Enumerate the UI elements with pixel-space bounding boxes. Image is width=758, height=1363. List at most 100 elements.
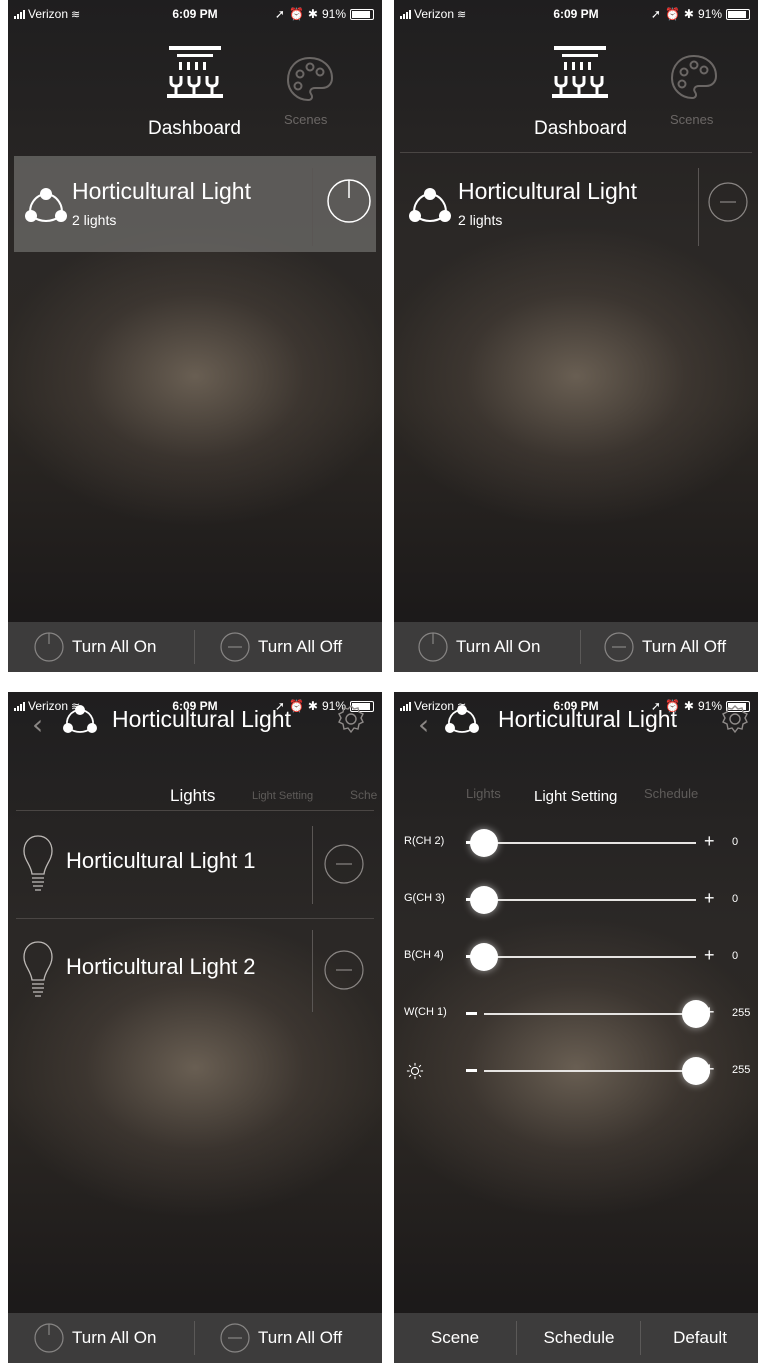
alarm-icon: ⏰ bbox=[664, 7, 680, 21]
bluetooth-icon: ✱ bbox=[683, 699, 694, 713]
lights-screen: Verizon ≋ 6:09 PM ➚ ⏰ ✱ 91% ‹ Horticultural … bbox=[8, 692, 382, 1363]
slider-track[interactable] bbox=[484, 1013, 696, 1015]
slider-knob[interactable] bbox=[470, 943, 498, 971]
slider-value: 0 bbox=[732, 950, 739, 962]
battery-percent: 91% bbox=[697, 7, 722, 21]
bluetooth-icon: ✱ bbox=[683, 7, 694, 21]
group-count: 2 lights bbox=[458, 212, 503, 228]
slider-track[interactable] bbox=[484, 842, 696, 844]
back-button[interactable]: ‹ bbox=[418, 708, 429, 741]
light-row[interactable]: Horticultural Light 2 bbox=[18, 926, 374, 1022]
power-button[interactable] bbox=[326, 178, 372, 224]
group-row[interactable]: Horticultural Light 2 lights bbox=[14, 156, 376, 252]
slider-minus-button[interactable] bbox=[466, 1069, 477, 1072]
slider-plus-button[interactable]: + bbox=[704, 831, 715, 852]
tab-schedule[interactable]: Schedule bbox=[644, 786, 698, 801]
power-icon bbox=[34, 1323, 64, 1353]
slider-label: G(CH 3) bbox=[404, 892, 445, 904]
power-off-button[interactable] bbox=[324, 844, 364, 884]
dashboard-icon[interactable] bbox=[548, 44, 612, 100]
bottom-divider bbox=[516, 1321, 517, 1355]
turn-all-off-button[interactable]: Turn All Off bbox=[220, 1313, 342, 1363]
power-off-button[interactable] bbox=[708, 182, 748, 222]
default-button[interactable]: Default bbox=[642, 1313, 758, 1363]
turn-all-off-label: Turn All Off bbox=[258, 637, 343, 656]
slider-track[interactable] bbox=[484, 956, 696, 958]
turn-all-off-button[interactable]: Turn All Off bbox=[220, 622, 342, 672]
turn-all-on-button[interactable]: Turn All On bbox=[418, 622, 540, 672]
bottom-bar: Turn All On Turn All Off bbox=[8, 622, 382, 672]
minus-circle-icon bbox=[604, 632, 634, 662]
bottom-divider bbox=[194, 1321, 195, 1355]
slider-plus-button[interactable]: + bbox=[704, 1059, 715, 1080]
group-row[interactable]: Horticultural Light 2 lights bbox=[394, 156, 758, 252]
power-off-button[interactable] bbox=[324, 950, 364, 990]
battery-percent: 91% bbox=[697, 699, 722, 713]
bottom-divider bbox=[580, 630, 581, 664]
turn-all-on-label: Turn All On bbox=[456, 637, 541, 656]
header-divider bbox=[400, 152, 752, 153]
turn-all-on-label: Turn All On bbox=[72, 1328, 157, 1347]
row-divider bbox=[312, 826, 313, 904]
dashboard-icon[interactable] bbox=[163, 44, 227, 100]
minus-circle-icon bbox=[220, 1323, 250, 1353]
slider-label: W(CH 1) bbox=[404, 1006, 447, 1018]
tabs-divider bbox=[16, 810, 374, 811]
group-count: 2 lights bbox=[72, 212, 117, 228]
group-icon bbox=[25, 188, 67, 222]
slider-plus-button[interactable]: + bbox=[704, 1002, 715, 1023]
tab-lights[interactable]: Lights bbox=[466, 786, 501, 801]
slider-plus-button[interactable]: + bbox=[704, 945, 715, 966]
page-title: Horticultural Light bbox=[498, 706, 677, 732]
bulb-icon bbox=[23, 835, 53, 891]
alarm-icon: ⏰ bbox=[288, 7, 304, 21]
gear-icon[interactable] bbox=[720, 704, 750, 734]
slider-minus-button[interactable] bbox=[466, 1012, 477, 1015]
row-divider bbox=[312, 168, 313, 246]
back-button[interactable]: ‹ bbox=[32, 708, 43, 741]
scenes-tab[interactable]: Scenes bbox=[670, 112, 713, 127]
slider-value: 0 bbox=[732, 836, 739, 848]
slider-track[interactable] bbox=[484, 899, 696, 901]
brightness-icon bbox=[406, 1062, 424, 1080]
row-divider bbox=[312, 930, 313, 1012]
turn-all-on-button[interactable]: Turn All On bbox=[34, 622, 156, 672]
minus-circle-icon bbox=[220, 632, 250, 662]
light-row[interactable]: Horticultural Light 1 bbox=[18, 820, 374, 916]
scene-button[interactable]: Scene bbox=[394, 1313, 516, 1363]
status-bar: Verizon≋ 6:09 PM ➚⏰✱91% bbox=[8, 0, 382, 24]
tab-lights[interactable]: Lights bbox=[170, 786, 215, 806]
dashboard-tab[interactable]: Dashboard bbox=[148, 118, 241, 140]
slider-value: 0 bbox=[732, 893, 739, 905]
palette-icon[interactable] bbox=[284, 54, 336, 106]
group-name: Horticultural Light bbox=[72, 178, 251, 204]
dashboard-tab[interactable]: Dashboard bbox=[534, 118, 627, 140]
turn-all-off-label: Turn All Off bbox=[642, 637, 727, 656]
bottom-divider bbox=[640, 1321, 641, 1355]
light-setting-screen: Verizon≋ 6:09 PM ➚⏰✱91% ‹ Horticultural … bbox=[394, 692, 758, 1363]
bottom-divider bbox=[194, 630, 195, 664]
tab-light-setting[interactable]: Light Setting bbox=[534, 788, 617, 805]
slider-knob[interactable] bbox=[470, 886, 498, 914]
light-name: Horticultural Light 2 bbox=[66, 954, 256, 979]
slider-knob[interactable] bbox=[470, 829, 498, 857]
row-divider-h bbox=[16, 918, 374, 919]
slider-label: R(CH 2) bbox=[404, 835, 445, 847]
slider-track[interactable] bbox=[484, 1070, 696, 1072]
bottom-bar: Scene Schedule Default bbox=[394, 1313, 758, 1363]
palette-icon[interactable] bbox=[668, 52, 720, 104]
slider-plus-button[interactable]: + bbox=[704, 888, 715, 909]
alarm-icon: ⏰ bbox=[288, 699, 304, 713]
location-icon: ➚ bbox=[650, 7, 661, 21]
gear-icon[interactable] bbox=[336, 704, 366, 734]
bluetooth-icon: ✱ bbox=[307, 7, 318, 21]
page-title: Horticultural Light bbox=[112, 706, 291, 732]
schedule-button[interactable]: Schedule bbox=[518, 1313, 640, 1363]
tab-schedule[interactable]: Sche bbox=[350, 788, 377, 802]
tab-light-setting[interactable]: Light Setting bbox=[252, 790, 313, 802]
turn-all-on-button[interactable]: Turn All On bbox=[34, 1313, 156, 1363]
turn-all-off-label: Turn All Off bbox=[258, 1328, 343, 1347]
dashboard-screen: Verizon ≋ 6:09 PM ➚ ⏰ ✱ 91% Dashboard Scenes… bbox=[394, 0, 758, 672]
turn-all-off-button[interactable]: Turn All Off bbox=[604, 622, 726, 672]
scenes-tab[interactable]: Scenes bbox=[284, 112, 327, 127]
